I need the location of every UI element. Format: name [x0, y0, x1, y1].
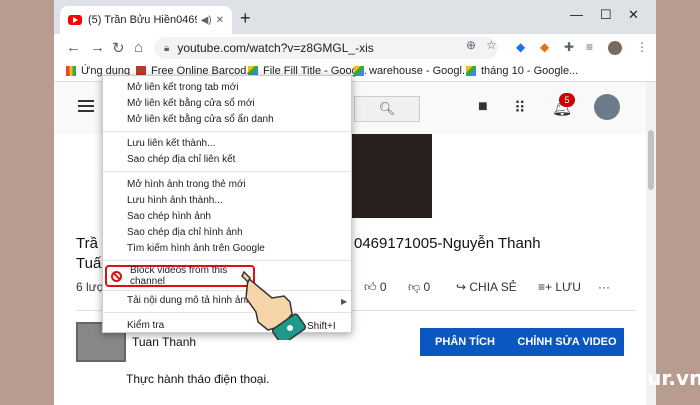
like-count: 0	[379, 280, 387, 294]
block-icon	[111, 270, 122, 282]
search-button[interactable]: 🔍︎	[354, 96, 420, 122]
menu-separator	[103, 131, 351, 132]
view-count: 6 lượ	[76, 280, 105, 294]
menu-item-copy-link[interactable]: Sao chép địa chỉ liên kết	[127, 154, 235, 165]
reading-list-icon[interactable]: ≡	[586, 40, 593, 54]
share-label: CHIA SẺ	[469, 280, 517, 294]
menu-item-open-image[interactable]: Mở hình ảnh trong thẻ mới	[127, 179, 246, 190]
more-actions-icon[interactable]: ···	[598, 280, 610, 294]
browser-window: (5) Trần Bửu Hiền04691710 ◀) ✕ + — ☐ ✕ ←…	[54, 0, 656, 405]
maximize-icon[interactable]: ☐	[600, 7, 612, 23]
speaker-icon[interactable]: ◀)	[201, 15, 212, 26]
like-button[interactable]: 👍︎ 0	[364, 280, 387, 295]
create-video-icon[interactable]: ■	[478, 98, 488, 116]
watermark: mytour.vn	[590, 366, 700, 390]
menu-item-search-image[interactable]: Tìm kiếm hình ảnh trên Google	[127, 243, 265, 254]
pointing-hand-icon	[241, 270, 307, 340]
channel-name[interactable]: Tuan Thanh	[132, 335, 196, 349]
video-player[interactable]	[352, 134, 432, 218]
zoom-icon[interactable]: ⊕	[466, 38, 476, 52]
profile-avatar[interactable]	[608, 41, 622, 55]
close-window-icon[interactable]: ✕	[628, 7, 639, 23]
notification-badge: 5	[559, 93, 575, 107]
menu-item-open-new-window[interactable]: Mở liên kết bằng cửa sổ mới	[127, 98, 255, 109]
submenu-arrow-icon: ▶	[341, 297, 348, 306]
menu-item-open-incognito[interactable]: Mở liên kết bằng cửa sổ ẩn danh	[127, 114, 274, 125]
home-icon[interactable]: ⌂	[134, 39, 143, 56]
apps-grid-icon	[66, 66, 76, 76]
share-button[interactable]: ↪ CHIA SẺ	[456, 280, 517, 294]
analyze-button[interactable]: PHÂN TÍCH	[420, 328, 510, 356]
search-icon: 🔍︎	[378, 101, 396, 116]
block-label: Block videos from this channel	[130, 265, 228, 287]
back-icon[interactable]: ←	[66, 39, 81, 56]
browser-toolbar: ← → ↻ ⌂ 🔒︎ youtube.com/watch?v=z8GMGL_-x…	[54, 34, 656, 62]
lock-icon: 🔒︎	[164, 42, 170, 54]
drive-icon	[354, 66, 364, 76]
apps-icon[interactable]: ⠿	[514, 98, 526, 118]
menu-item-open-new-tab[interactable]: Mở liên kết trong tab mới	[127, 82, 239, 93]
menu-item-save-image[interactable]: Lưu hình ảnh thành...	[127, 195, 223, 206]
dislike-button[interactable]: 👎︎ 0	[408, 280, 430, 295]
menu-item-block-channel[interactable]: Block videos from this channel	[105, 265, 255, 287]
save-button[interactable]: ≡+ LƯU	[538, 280, 581, 294]
bookmark-item[interactable]: warehouse - Googl...	[354, 65, 471, 77]
browser-tab[interactable]: (5) Trần Bửu Hiền04691710 ◀) ✕	[60, 6, 232, 34]
new-tab-button[interactable]: +	[240, 8, 251, 29]
menu-separator	[103, 260, 351, 261]
video-title-right: 0469171005-Nguyễn Thanh	[354, 235, 541, 252]
hamburger-menu-icon[interactable]	[78, 100, 94, 112]
menu-item-copy-image[interactable]: Sao chép hình ảnh	[127, 211, 211, 222]
extension-fire-icon[interactable]: ◆	[540, 40, 549, 54]
account-avatar[interactable]	[594, 94, 620, 120]
tab-title: (5) Trần Bửu Hiền04691710	[88, 14, 197, 26]
extensions-icon[interactable]: ✚	[564, 40, 574, 54]
minimize-icon[interactable]: —	[570, 7, 583, 22]
menu-item-copy-image-address[interactable]: Sao chép địa chỉ hình ảnh	[127, 227, 243, 238]
menu-item-save-link[interactable]: Lưu liên kết thành...	[127, 138, 215, 149]
close-tab-icon[interactable]: ✕	[216, 15, 224, 26]
bookmark-label: warehouse - Googl...	[369, 65, 472, 77]
save-label: LƯU	[555, 280, 581, 294]
dislike-count: 0	[423, 280, 431, 294]
drive-icon	[466, 66, 476, 76]
translate-icon[interactable]: ◆	[516, 40, 525, 54]
forward-icon[interactable]: →	[90, 39, 105, 56]
bookmark-item[interactable]: tháng 10 - Google...	[466, 65, 578, 77]
bookmark-label: tháng 10 - Google...	[481, 65, 579, 77]
video-description: Thực hành tháo điện thoại.	[126, 372, 270, 386]
tab-strip: (5) Trần Bửu Hiền04691710 ◀) ✕ + — ☐ ✕	[54, 0, 656, 34]
youtube-favicon-icon	[68, 15, 82, 25]
reload-icon[interactable]: ↻	[112, 39, 125, 57]
edit-video-button[interactable]: CHỈNH SỬA VIDEO	[510, 328, 624, 356]
address-bar[interactable]: 🔒︎ youtube.com/watch?v=z8GMGL_-xis	[154, 37, 498, 59]
star-icon[interactable]: ☆	[486, 38, 497, 52]
menu-item-inspect[interactable]: Kiểm tra	[127, 320, 164, 331]
scrollbar-thumb[interactable]	[648, 130, 654, 190]
menu-separator	[103, 171, 351, 172]
url-text: youtube.com/watch?v=z8GMGL_-xis	[177, 41, 374, 55]
menu-icon[interactable]: ⋮	[636, 40, 648, 54]
